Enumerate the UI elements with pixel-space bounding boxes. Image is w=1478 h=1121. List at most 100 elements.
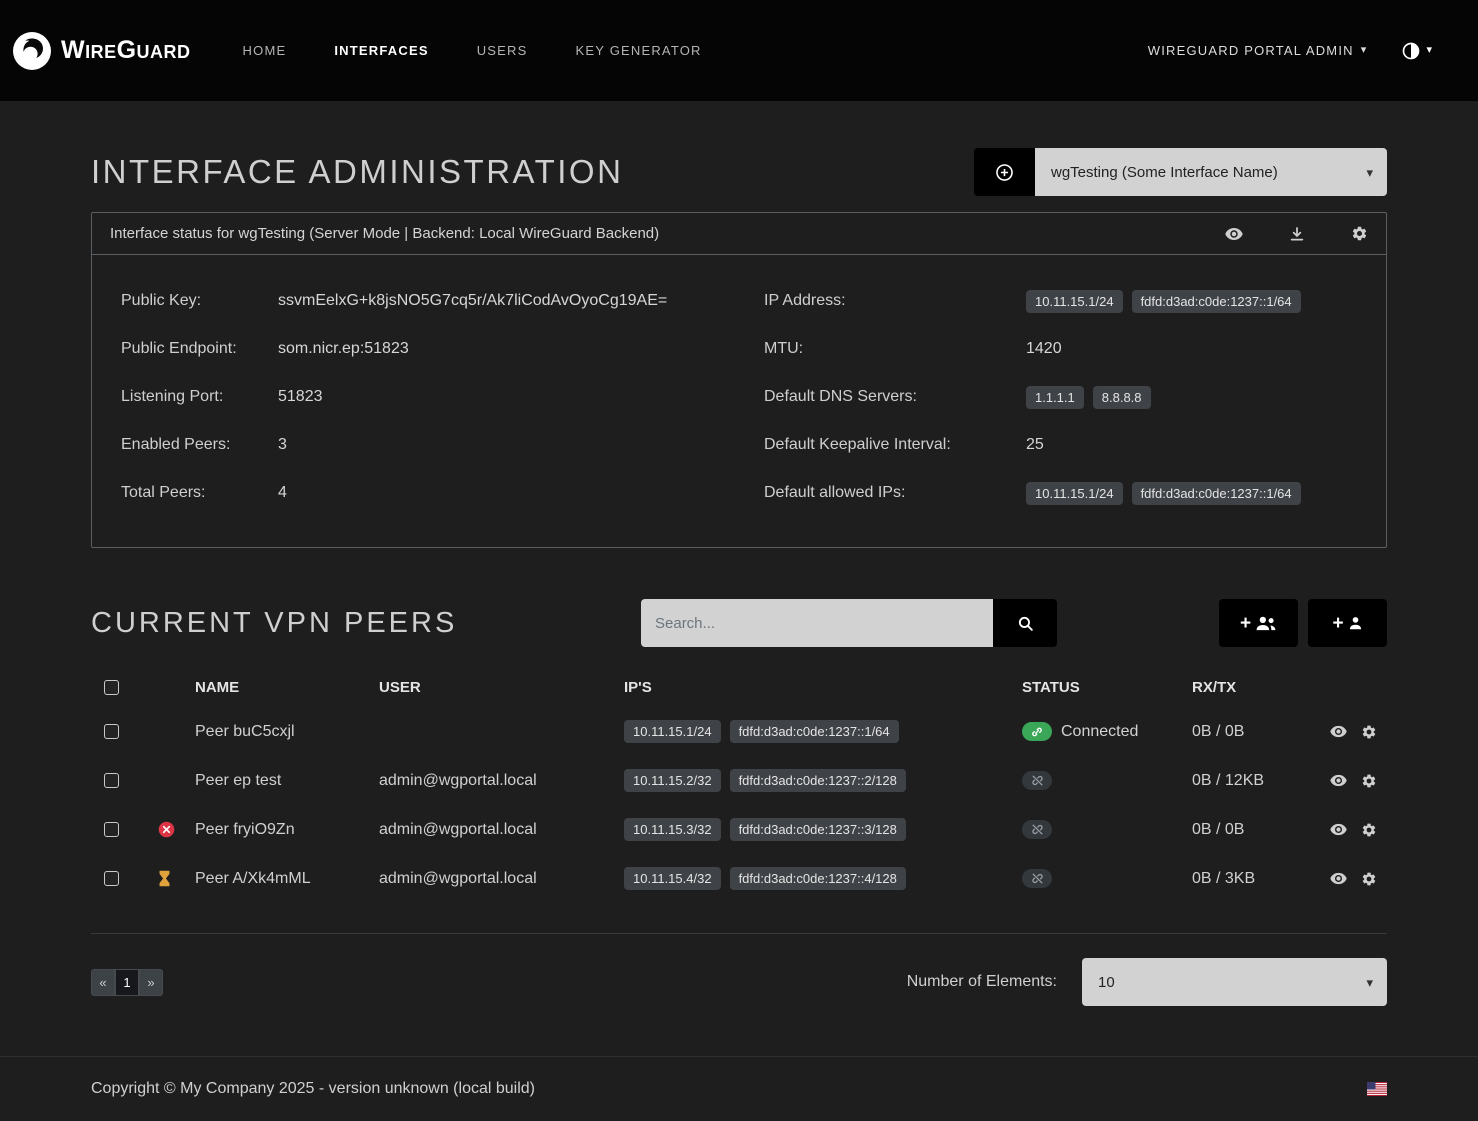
- elements-per-page-label: Number of Elements:: [907, 973, 1057, 991]
- peer-settings-gear-icon[interactable]: [1361, 871, 1377, 887]
- interface-selector-group: wgTesting (Some Interface Name) ▾: [974, 148, 1387, 196]
- pagination-next-button[interactable]: »: [139, 969, 163, 996]
- peer-user: admin@wgportal.local: [379, 772, 624, 790]
- elements-per-page-value: 10: [1098, 974, 1115, 991]
- navbar-right: WIREGUARD PORTAL ADMIN ▾ ▾: [1148, 41, 1432, 61]
- peer-rxtx: 0B / 0B: [1192, 821, 1330, 839]
- chevron-down-icon: ▾: [1366, 166, 1373, 179]
- peer-rxtx: 0B / 0B: [1192, 723, 1330, 741]
- field-label: Total Peers:: [121, 484, 278, 502]
- elements-per-page-select[interactable]: 10 ▾: [1082, 958, 1387, 1006]
- nav-links: HOME INTERFACES USERS KEY GENERATOR: [219, 43, 726, 58]
- interface-select[interactable]: wgTesting (Some Interface Name) ▾: [1035, 148, 1387, 196]
- add-peer-button[interactable]: +: [1308, 599, 1387, 647]
- peers-table-header: NAME USER IP'S STATUS RX/TX: [91, 667, 1387, 707]
- field-ip-address: IP Address: 10.11.15.1/24 fdfd:d3ad:c0de…: [764, 277, 1368, 325]
- chevron-down-icon: ▾: [1426, 45, 1432, 56]
- field-value: 51823: [278, 388, 323, 406]
- theme-toggle-dropdown[interactable]: ▾: [1401, 41, 1432, 61]
- disconnected-link-slash-icon: [1022, 820, 1052, 839]
- field-value: ssvmEelxG+k8jsNO5G7cq5r/Ak7liCodAvOyoCg1…: [278, 292, 667, 310]
- col-status: STATUS: [1022, 679, 1192, 696]
- add-interface-button[interactable]: [974, 148, 1035, 196]
- field-enabled-peers: Enabled Peers: 3: [121, 421, 764, 469]
- wireguard-logo[interactable]: WireGuard: [12, 31, 191, 71]
- view-config-eye-icon[interactable]: [1225, 227, 1243, 241]
- nav-item-users[interactable]: USERS: [453, 43, 552, 58]
- circle-half-theme-icon: [1401, 41, 1421, 61]
- interface-details-right: IP Address: 10.11.15.1/24 fdfd:d3ad:c0de…: [764, 277, 1368, 517]
- col-rxtx: RX/TX: [1192, 679, 1330, 696]
- nav-item-home[interactable]: HOME: [219, 43, 311, 58]
- page-title: INTERFACE ADMINISTRATION: [91, 153, 623, 191]
- search-button[interactable]: [993, 599, 1057, 647]
- field-label: Enabled Peers:: [121, 436, 278, 454]
- dns-badge: 8.8.8.8: [1093, 386, 1151, 409]
- field-default-dns: Default DNS Servers: 1.1.1.1 8.8.8.8: [764, 373, 1368, 421]
- elements-per-page-group: Number of Elements: 10 ▾: [907, 958, 1387, 1006]
- table-footer-controls: « 1 » Number of Elements: 10 ▾: [91, 958, 1387, 1006]
- nav-item-key-generator[interactable]: KEY GENERATOR: [552, 43, 726, 58]
- peer-checkbox[interactable]: [104, 773, 119, 788]
- peer-ip-badges: 10.11.15.4/32 fdfd:d3ad:c0de:1237::4/128: [624, 867, 906, 890]
- users-group-icon: [1255, 615, 1277, 631]
- user-icon: [1348, 615, 1363, 631]
- peer-rxtx: 0B / 3KB: [1192, 870, 1330, 888]
- dns-badges: 1.1.1.1 8.8.8.8: [1026, 386, 1151, 409]
- peer-ip-badges: 10.11.15.2/32 fdfd:d3ad:c0de:1237::2/128: [624, 769, 906, 792]
- field-label: Listening Port:: [121, 388, 278, 406]
- peer-view-eye-icon[interactable]: [1330, 725, 1347, 738]
- wireguard-dragon-icon: [12, 31, 52, 71]
- ip-badge: 10.11.15.2/32: [624, 769, 721, 792]
- disconnected-link-slash-icon: [1022, 771, 1052, 790]
- user-menu-dropdown[interactable]: WIREGUARD PORTAL ADMIN ▾: [1148, 43, 1368, 58]
- field-label: Default Keepalive Interval:: [764, 436, 1026, 454]
- field-public-key: Public Key: ssvmEelxG+k8jsNO5G7cq5r/Ak7l…: [121, 277, 764, 325]
- peer-view-eye-icon[interactable]: [1330, 872, 1347, 885]
- peer-user: admin@wgportal.local: [379, 870, 624, 888]
- peer-view-eye-icon[interactable]: [1330, 823, 1347, 836]
- field-label: Default allowed IPs:: [764, 484, 1026, 502]
- interface-status-card: Interface status for wgTesting (Server M…: [91, 212, 1387, 548]
- search-group: [641, 599, 1057, 647]
- peer-checkbox[interactable]: [104, 724, 119, 739]
- field-listening-port: Listening Port: 51823: [121, 373, 764, 421]
- peer-ip-badges: 10.11.15.1/24 fdfd:d3ad:c0de:1237::1/64: [624, 720, 899, 743]
- peer-checkbox[interactable]: [104, 871, 119, 886]
- ip-badge: 10.11.15.1/24: [624, 720, 721, 743]
- connected-link-icon: [1022, 722, 1052, 741]
- pagination-prev-button[interactable]: «: [91, 969, 115, 996]
- peer-checkbox[interactable]: [104, 822, 119, 837]
- peer-settings-gear-icon[interactable]: [1361, 724, 1377, 740]
- field-label: MTU:: [764, 340, 1026, 358]
- ip-badge: 10.11.15.4/32: [624, 867, 721, 890]
- peer-view-eye-icon[interactable]: [1330, 774, 1347, 787]
- peer-name: Peer buC5cxjl: [195, 723, 379, 741]
- pagination: « 1 »: [91, 969, 163, 996]
- peer-settings-gear-icon[interactable]: [1361, 773, 1377, 789]
- interface-status-title: Interface status for wgTesting (Server M…: [110, 225, 659, 242]
- plus-circle-icon: [995, 163, 1014, 182]
- select-all-checkbox[interactable]: [104, 680, 119, 695]
- pagination-page-1-button[interactable]: 1: [115, 969, 139, 996]
- add-multiple-peers-button[interactable]: +: [1219, 599, 1298, 647]
- search-input[interactable]: [641, 599, 993, 647]
- download-config-icon[interactable]: [1289, 226, 1305, 242]
- field-label: Default DNS Servers:: [764, 388, 1026, 406]
- peer-ip-badges: 10.11.15.3/32 fdfd:d3ad:c0de:1237::3/128: [624, 818, 906, 841]
- main-content: INTERFACE ADMINISTRATION wgTesting (Some…: [91, 101, 1387, 1006]
- interface-settings-gear-icon[interactable]: [1351, 225, 1368, 242]
- search-icon: [1017, 615, 1034, 632]
- peer-settings-gear-icon[interactable]: [1361, 822, 1377, 838]
- language-flag-us-icon[interactable]: [1367, 1082, 1387, 1096]
- ip-badge: 10.11.15.1/24: [1026, 290, 1123, 313]
- peer-add-buttons: + +: [1219, 599, 1387, 647]
- nav-item-interfaces[interactable]: INTERFACES: [310, 43, 452, 58]
- interface-select-value: wgTesting (Some Interface Name): [1051, 164, 1278, 181]
- ip-badge: fdfd:d3ad:c0de:1237::4/128: [730, 867, 906, 890]
- peer-row: Peer buC5cxjl 10.11.15.1/24 fdfd:d3ad:c0…: [91, 707, 1387, 756]
- navbar: WireGuard HOME INTERFACES USERS KEY GENE…: [0, 0, 1478, 101]
- user-menu-label: WIREGUARD PORTAL ADMIN: [1148, 43, 1354, 58]
- peer-name: Peer A/Xk4mML: [195, 870, 379, 888]
- interface-status-card-header: Interface status for wgTesting (Server M…: [92, 213, 1386, 255]
